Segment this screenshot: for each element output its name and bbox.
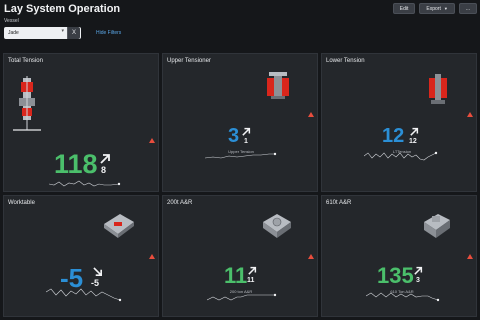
- sparkline: [364, 151, 438, 161]
- arrow-down-right-icon: [93, 267, 102, 276]
- arrow-up-right-icon: [414, 266, 423, 275]
- arrow-up-right-icon: [242, 127, 251, 136]
- sparkline: [207, 293, 277, 301]
- warning-icon: [149, 254, 155, 259]
- arrow-up-right-icon: [248, 266, 257, 275]
- panel-upper-tensioner: Upper Tensioner 3 1 Upper Tension: [162, 53, 318, 192]
- arrow-up-right-icon: [410, 127, 419, 136]
- vessel-filter-label: Vessel: [4, 18, 19, 24]
- edit-button-label: Edit: [399, 5, 409, 12]
- panel-title: 610t A&R: [326, 200, 352, 206]
- kpi-delta: 12: [409, 138, 417, 145]
- panel-title: Lower Tension: [326, 58, 365, 64]
- panel-total-tension: Total Tension 118 8: [3, 53, 159, 192]
- arrow-up-right-icon: [100, 154, 110, 164]
- panel-title: Upper Tensioner: [167, 58, 211, 64]
- winch-machine-icon: [263, 214, 291, 238]
- export-button[interactable]: Export ▼: [419, 3, 455, 14]
- warning-icon: [149, 138, 155, 143]
- kpi-delta: 11: [247, 277, 255, 284]
- sparkline: [205, 152, 277, 159]
- kpi-value: 3: [228, 125, 240, 147]
- tensioner-machine-icon: [267, 72, 289, 99]
- sparkline: [49, 180, 121, 187]
- warning-icon: [467, 112, 473, 117]
- tensioner-machine-icon: [429, 74, 447, 104]
- panel-title: Total Tension: [8, 58, 43, 64]
- panel-200t-ar: 200t A&R 11 11 200 ton A&R: [162, 195, 318, 317]
- caret-down-icon: ▼: [443, 6, 448, 11]
- panel-610t-ar: 610t A&R 135 3 610 Ton A&R: [321, 195, 477, 317]
- kpi-delta: 3: [416, 277, 420, 284]
- sparkline: [366, 292, 440, 302]
- kpi-value: 135: [377, 263, 414, 288]
- panel-worktable: Worktable -5 -5: [3, 195, 159, 317]
- vessel-select-value: Jade: [8, 30, 19, 36]
- kpi-value: 118: [54, 149, 98, 179]
- warning-icon: [308, 112, 314, 117]
- edit-button[interactable]: Edit: [392, 3, 416, 14]
- panel-title: Worktable: [8, 200, 35, 206]
- sparkline: [46, 288, 122, 302]
- kpi-value: 12: [382, 125, 405, 147]
- warning-icon: [467, 254, 473, 259]
- clear-filter-button[interactable]: X: [67, 27, 80, 39]
- more-button-label: ...: [465, 5, 470, 12]
- panel-lower-tension: Lower Tension 12 12 LTTension: [321, 53, 477, 192]
- kpi-value: 11: [224, 263, 248, 288]
- page-title: Lay System Operation: [4, 3, 121, 15]
- winch-machine-icon: [424, 214, 450, 238]
- chevron-down-icon: ▾: [61, 28, 64, 34]
- warning-icon: [308, 254, 314, 259]
- more-button[interactable]: ...: [458, 3, 477, 14]
- kpi-delta: 1: [244, 138, 248, 145]
- worktable-machine-icon: [104, 214, 134, 238]
- hide-filters-link[interactable]: Hide Filters: [96, 30, 121, 36]
- kpi-delta: 8: [101, 165, 107, 175]
- panel-title: 200t A&R: [167, 200, 193, 206]
- tensioner-tower-icon: [13, 76, 41, 131]
- export-button-label: Export: [426, 5, 441, 12]
